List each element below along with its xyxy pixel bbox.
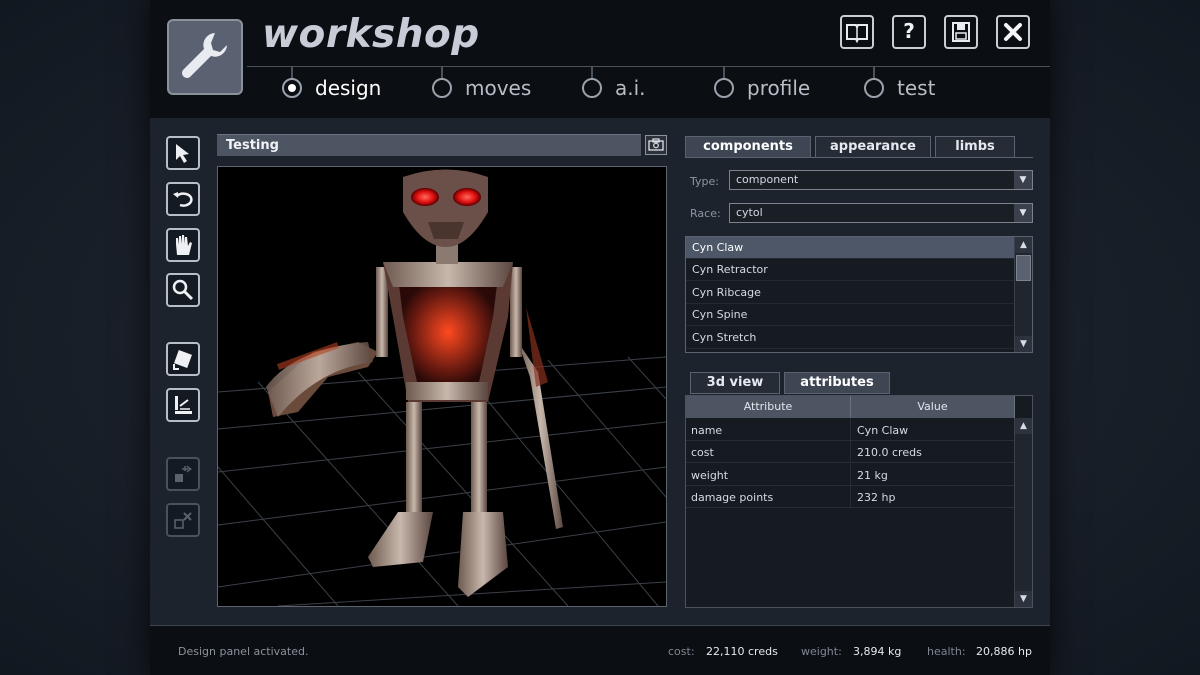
health-value: 20,886 hp bbox=[976, 645, 1032, 658]
robot-right-blade bbox=[518, 307, 563, 529]
camera-icon bbox=[648, 138, 664, 151]
scroll-up-icon[interactable]: ▲ bbox=[1015, 237, 1032, 253]
rotate-part-icon bbox=[173, 350, 192, 370]
tab-3d-view[interactable]: 3d view bbox=[690, 372, 780, 394]
list-item[interactable]: Cyn Retractor bbox=[686, 259, 1014, 281]
rotate-tool-button[interactable] bbox=[166, 182, 200, 216]
select-tool-button[interactable] bbox=[166, 136, 200, 170]
list-item[interactable]: Cyn Stretch bbox=[686, 327, 1014, 349]
radio-icon bbox=[282, 78, 302, 98]
align-button[interactable] bbox=[166, 388, 200, 422]
robot-left-eye bbox=[411, 188, 439, 206]
robot-right-eye bbox=[453, 188, 481, 206]
app-title: workshop bbox=[262, 12, 480, 57]
column-header-attribute[interactable]: Attribute bbox=[686, 396, 851, 418]
list-item[interactable]: Cyn Claw bbox=[686, 237, 1014, 259]
table-row[interactable]: cost 210.0 creds bbox=[686, 441, 1015, 463]
viewport-title-bar: Testing bbox=[217, 134, 641, 156]
rotate-icon bbox=[173, 192, 193, 207]
tab-appearance[interactable]: appearance bbox=[815, 136, 931, 158]
close-icon bbox=[1004, 23, 1022, 41]
wrench-icon bbox=[182, 33, 227, 78]
tab-label: a.i. bbox=[615, 76, 646, 100]
scroll-up-icon[interactable]: ▲ bbox=[1015, 418, 1032, 434]
component-list[interactable]: Cyn Claw Cyn Retractor Cyn Ribcage Cyn S… bbox=[685, 236, 1033, 353]
header: workshop ? design moves a.i. profile tes… bbox=[150, 0, 1050, 118]
manual-button[interactable] bbox=[840, 15, 874, 49]
type-dropdown[interactable]: component ▼ bbox=[729, 170, 1033, 190]
table-row[interactable]: name Cyn Claw bbox=[686, 419, 1015, 441]
viewport-title: Testing bbox=[226, 138, 279, 153]
robot-legs bbox=[368, 402, 508, 597]
workshop-window: workshop ? design moves a.i. profile tes… bbox=[150, 0, 1050, 675]
race-label: Race: bbox=[690, 207, 721, 220]
status-bar: Design panel activated. cost: 22,110 cre… bbox=[150, 625, 1050, 675]
select-arrow-icon bbox=[176, 144, 189, 163]
zoom-icon bbox=[172, 279, 194, 301]
tab-label: profile bbox=[747, 76, 811, 100]
cost-value: 22,110 creds bbox=[706, 645, 778, 658]
table-row[interactable]: damage points 232 hp bbox=[686, 486, 1015, 508]
table-row[interactable]: weight 21 kg bbox=[686, 464, 1015, 486]
chevron-down-icon: ▼ bbox=[1014, 204, 1032, 222]
pan-tool-button[interactable] bbox=[166, 228, 200, 262]
robot-torso bbox=[383, 262, 513, 402]
zoom-tool-button[interactable] bbox=[166, 273, 200, 307]
rotate-part-button[interactable] bbox=[166, 342, 200, 376]
tab-underline bbox=[685, 157, 1033, 158]
align-icon bbox=[175, 396, 192, 414]
race-value: cytol bbox=[736, 206, 763, 219]
help-icon: ? bbox=[903, 19, 915, 43]
type-value: component bbox=[736, 173, 799, 186]
column-header-value[interactable]: Value bbox=[851, 396, 1015, 418]
robot-right-arm bbox=[510, 267, 522, 357]
weight-value: 3,894 kg bbox=[853, 645, 902, 658]
tab-attributes[interactable]: attributes bbox=[784, 372, 890, 394]
detach-icon bbox=[174, 512, 192, 529]
list-item[interactable]: Cyn Spine bbox=[686, 304, 1014, 326]
scroll-thumb[interactable] bbox=[1016, 255, 1031, 281]
workshop-logo bbox=[167, 19, 243, 95]
type-label: Type: bbox=[690, 175, 719, 188]
detach-button[interactable] bbox=[166, 503, 200, 537]
attach-icon bbox=[175, 465, 192, 482]
robot-3d-viewport[interactable] bbox=[217, 166, 667, 607]
tab-limbs[interactable]: limbs bbox=[935, 136, 1015, 158]
status-message: Design panel activated. bbox=[178, 645, 309, 658]
cost-label: cost: bbox=[668, 645, 695, 658]
list-item[interactable]: Cyn Ribcage bbox=[686, 282, 1014, 304]
attributes-scrollbar[interactable]: ▲ ▼ bbox=[1014, 418, 1032, 607]
robot-model-render bbox=[218, 169, 666, 606]
help-button[interactable]: ? bbox=[892, 15, 926, 49]
tab-label: design bbox=[315, 76, 382, 100]
tab-components[interactable]: components bbox=[685, 136, 811, 158]
tab-label: moves bbox=[465, 76, 532, 100]
scroll-down-icon[interactable]: ▼ bbox=[1015, 591, 1032, 607]
radio-icon bbox=[864, 78, 884, 98]
book-icon bbox=[846, 24, 868, 44]
hand-pan-icon bbox=[176, 235, 192, 255]
robot-head bbox=[403, 169, 488, 247]
radio-icon bbox=[432, 78, 452, 98]
attributes-table: Attribute Value name Cyn Claw cost 210.0… bbox=[685, 395, 1033, 608]
robot-left-claw bbox=[266, 342, 378, 417]
component-list-scrollbar[interactable]: ▲ ▼ bbox=[1014, 237, 1032, 352]
chevron-down-icon: ▼ bbox=[1014, 171, 1032, 189]
race-dropdown[interactable]: cytol ▼ bbox=[729, 203, 1033, 223]
save-icon bbox=[952, 22, 970, 42]
scroll-down-icon[interactable]: ▼ bbox=[1015, 336, 1032, 352]
save-button[interactable] bbox=[944, 15, 978, 49]
snapshot-button[interactable] bbox=[645, 135, 667, 155]
radio-icon bbox=[582, 78, 602, 98]
attach-button[interactable] bbox=[166, 457, 200, 491]
mode-tab-line bbox=[247, 66, 1050, 67]
health-label: health: bbox=[927, 645, 966, 658]
close-button[interactable] bbox=[996, 15, 1030, 49]
robot-left-arm bbox=[376, 267, 388, 357]
radio-icon bbox=[714, 78, 734, 98]
weight-label: weight: bbox=[801, 645, 842, 658]
tab-label: test bbox=[897, 76, 936, 100]
